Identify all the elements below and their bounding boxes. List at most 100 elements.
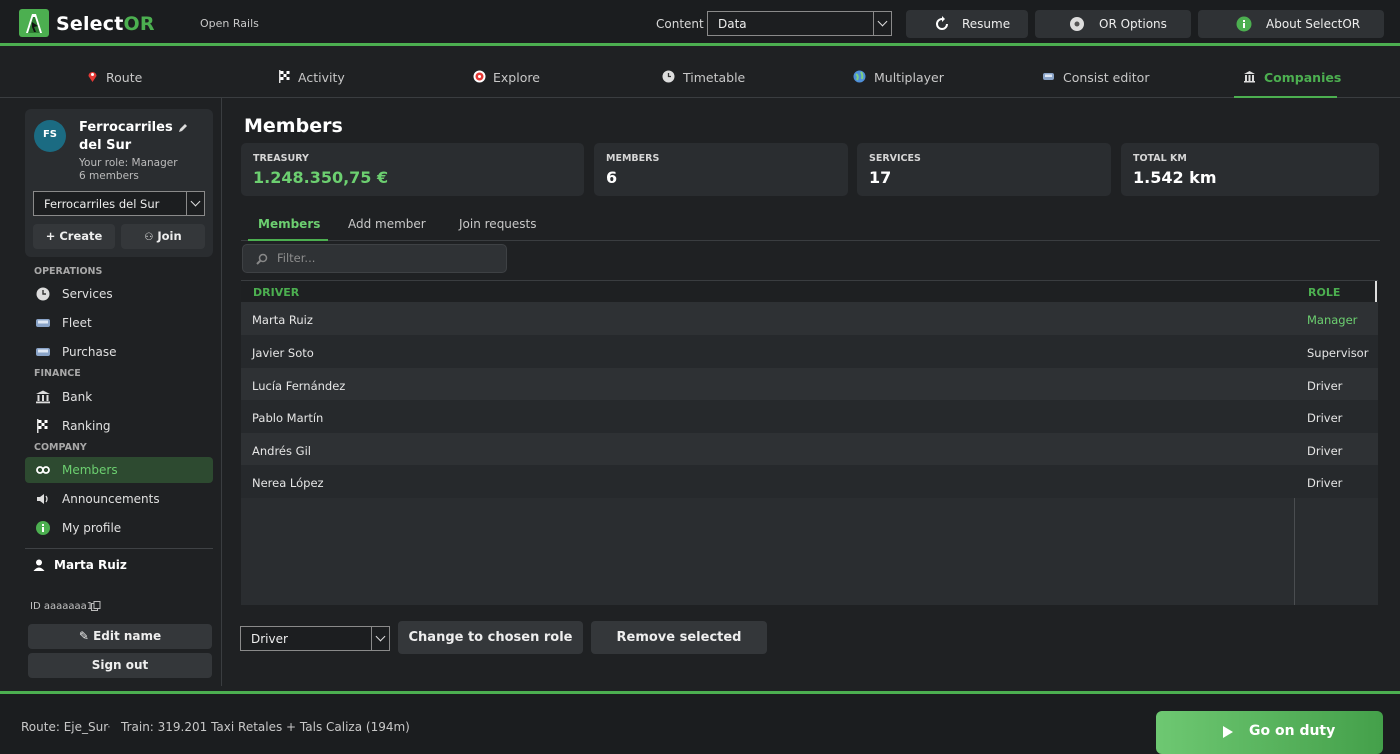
stat-value: 1.542 km [1133,168,1217,187]
or-options-button[interactable]: OR Options [1035,10,1191,38]
tab-activity[interactable]: Activity [278,58,348,98]
join-label: Join [157,229,182,243]
filter-input[interactable] [277,251,497,265]
sidebar-item-fleet[interactable]: Fleet [25,310,213,336]
content-select[interactable]: Data [707,11,892,36]
cell-role: Driver [1307,444,1343,458]
sidebar-item-ranking[interactable]: Ranking [25,413,213,439]
selector-logo-icon [19,9,49,37]
tab-explore[interactable]: Explore [473,58,543,98]
change-role-button[interactable]: Change to chosen role [398,621,583,654]
stat-total-km: TOTAL KM 1.542 km [1121,143,1379,196]
cell-driver: Lucía Fernández [252,379,346,393]
tab-multiplayer[interactable]: Multiplayer [853,58,944,98]
column-resize-handle[interactable] [1375,281,1377,303]
resume-button[interactable]: Resume [906,10,1028,38]
company-name: Ferrocarriles del Sur [79,120,173,153]
checkered-flag-icon [279,70,290,83]
resume-label: Resume [962,17,1011,31]
tab-explore-label: Explore [493,70,540,85]
sidebar-item-label: My profile [62,521,122,535]
remove-selected-button[interactable]: Remove selected [591,621,767,654]
sidebar-item-my-profile[interactable]: My profile [25,515,213,541]
column-divider [1294,498,1295,605]
column-header-role[interactable]: ROLE [1308,286,1340,299]
company-avatar: FS [34,120,66,152]
info-icon [1236,16,1252,32]
sidebar-item-purchase[interactable]: Purchase [25,339,213,365]
company-select[interactable]: Ferrocarriles del Sur [33,191,205,216]
copy-icon[interactable] [91,601,101,611]
subtab-join-requests[interactable]: Join requests [459,217,537,231]
pencil-icon[interactable] [177,122,189,134]
cell-role: Driver [1307,411,1343,425]
clock-icon [662,70,675,83]
footer-separator: · [107,720,111,734]
user-icon [33,559,45,571]
cell-driver: Pablo Martín [252,411,324,425]
content-select-value: Data [718,17,747,31]
tab-activity-label: Activity [298,70,345,85]
status-footer: Route: Eje_Sur · Train: 319.201 Taxi Ret… [0,691,1400,754]
create-company-button[interactable]: + Create [33,224,115,249]
edit-name-button[interactable]: ✎ Edit name [28,624,212,649]
footer-train: Train: 319.201 Taxi Retales + Tals Caliz… [121,720,410,734]
footer-route: Route: Eje_Sur [21,720,109,734]
table-row[interactable]: Nerea López Driver [241,465,1378,498]
members-table: DRIVER ROLE Marta Ruiz Manager Javier So… [241,280,1378,605]
page-title: Members [244,115,343,137]
role-select[interactable]: Driver [240,626,390,651]
subtab-add-member[interactable]: Add member [348,217,426,231]
tab-companies[interactable]: Companies [1234,58,1341,98]
table-row[interactable]: Pablo Martín Driver [241,400,1378,433]
sidebar-item-services[interactable]: Services [25,281,213,307]
sidebar-item-label: Bank [62,390,93,404]
table-header: DRIVER ROLE [241,280,1378,303]
sidebar-item-label: Purchase [62,345,117,359]
tab-timetable-label: Timetable [683,70,746,85]
cell-role: Driver [1307,476,1343,490]
building-icon [1244,71,1255,83]
table-row[interactable]: Lucía Fernández Driver [241,368,1378,401]
sidebar-item-announcements[interactable]: Announcements [25,486,213,512]
chevron-down-icon [371,627,389,650]
sign-out-button[interactable]: Sign out [28,653,212,678]
stat-label: TOTAL KM [1133,153,1187,164]
tab-route-label: Route [106,70,143,85]
tab-consist-editor[interactable]: Consist editor [1042,58,1149,98]
about-label: About SelectOR [1266,17,1361,31]
handshake-icon: ⚇ [144,232,154,243]
train-icon [36,319,50,327]
go-on-duty-label: Go on duty [1249,723,1336,739]
cell-driver: Marta Ruiz [252,313,313,327]
or-options-label: OR Options [1099,17,1167,31]
subtab-members[interactable]: Members [247,217,329,241]
tab-route[interactable]: Route [86,58,146,98]
table-row[interactable]: Andrés Gil Driver [241,433,1378,466]
pencil-icon: ✎ [78,629,89,643]
column-header-driver[interactable]: DRIVER [253,286,299,299]
sidebar-item-label: Members [62,463,118,477]
go-on-duty-button[interactable]: Go on duty [1156,711,1383,754]
about-button[interactable]: About SelectOR [1198,10,1384,38]
refresh-icon [936,16,948,30]
sidebar-item-label: Announcements [62,492,160,506]
sidebar-item-members[interactable]: Members [25,457,213,483]
sidebar-item-bank[interactable]: Bank [25,384,213,410]
stat-services: SERVICES 17 [857,143,1111,196]
stat-members: MEMBERS 6 [594,143,848,196]
tab-timetable[interactable]: Timetable [662,58,746,98]
sidebar-item-label: Services [62,287,113,301]
cell-driver: Andrés Gil [252,444,311,458]
table-row[interactable]: Marta Ruiz Manager [241,302,1378,335]
section-operations: OPERATIONS [34,266,103,277]
tab-multiplayer-label: Multiplayer [874,70,944,85]
train-icon [36,348,50,356]
join-company-button[interactable]: ⚇ Join [121,224,205,249]
role-select-value: Driver [251,632,288,646]
sidebar-item-label: Fleet [62,316,92,330]
tab-companies-label: Companies [1264,70,1342,85]
member-subtabs: Members Add member Join requests [241,210,1380,241]
user-id: ID aaaaaaa1 [30,601,94,612]
table-row[interactable]: Javier Soto Supervisor [241,335,1378,368]
